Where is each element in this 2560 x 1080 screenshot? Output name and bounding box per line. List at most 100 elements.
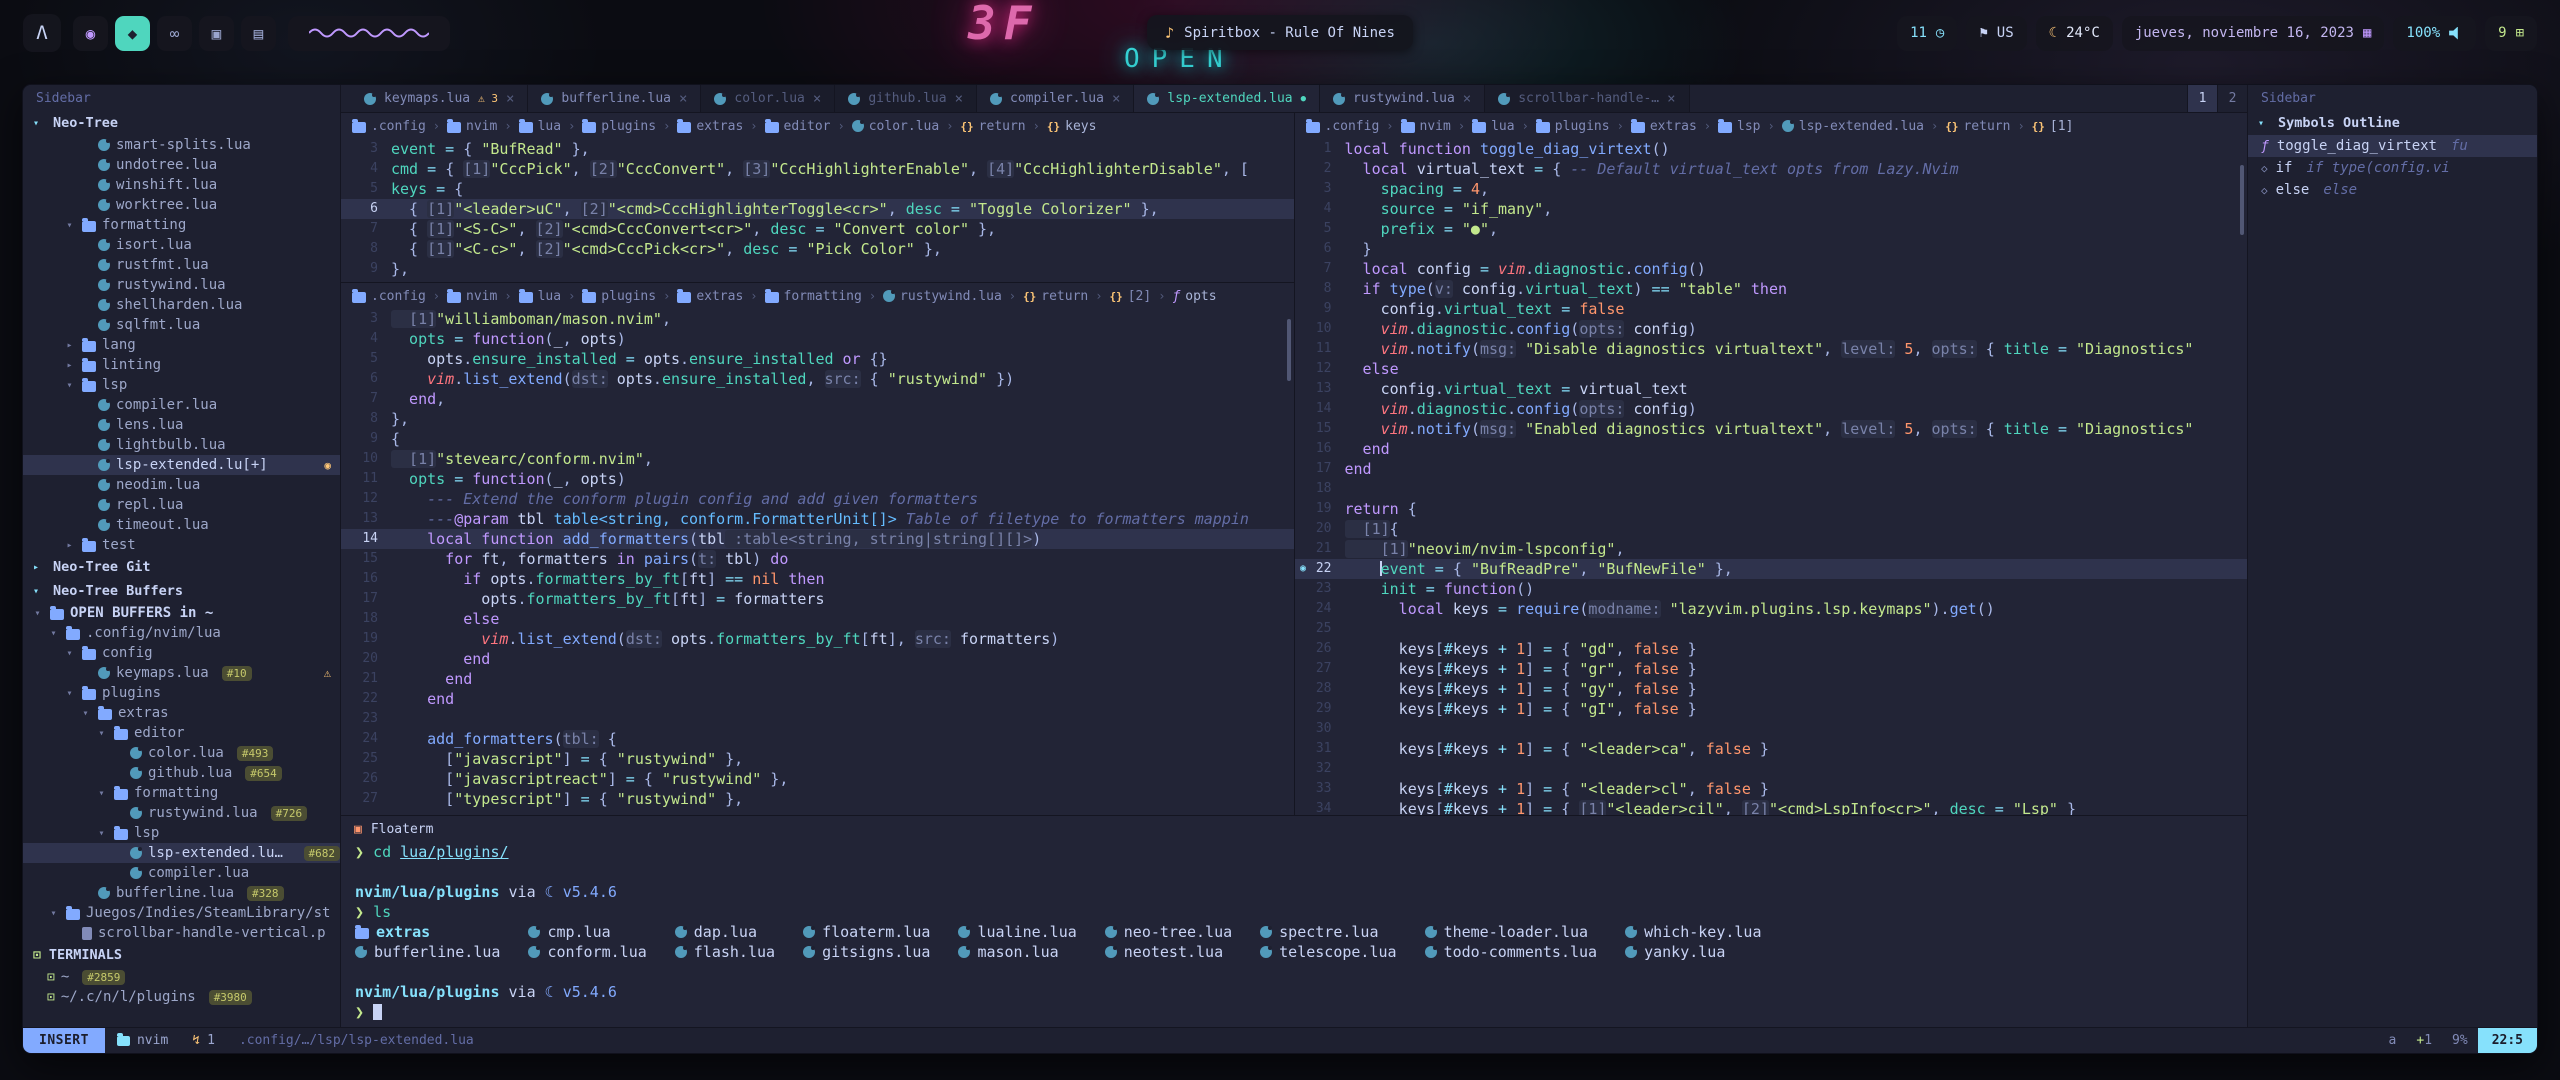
code-line[interactable]: 7 local config = vim.diagnostic.config() <box>1295 259 2248 279</box>
code-line[interactable]: 11 opts = function(_, opts) <box>341 469 1294 489</box>
code-line[interactable]: 30 <box>1295 719 2248 739</box>
code-line[interactable]: 27 keys[#keys + 1] = { "gr", false } <box>1295 659 2248 679</box>
tree-item[interactable]: ▾config <box>23 643 340 663</box>
code-line[interactable]: 26 ["javascriptreact"] = { "rustywind" }… <box>341 769 1294 789</box>
code-line[interactable]: ◉22 event = { "BufReadPre", "BufNewFile"… <box>1295 559 2248 579</box>
tree-item[interactable]: ▾formatting <box>23 215 340 235</box>
tree-item[interactable]: scrollbar-handle-vertical.p <box>23 923 340 943</box>
tree-item[interactable]: undotree.lua <box>23 155 340 175</box>
breadcrumb-item[interactable]: lua <box>519 119 561 134</box>
tree-item[interactable]: timeout.lua <box>23 515 340 535</box>
close-icon[interactable]: × <box>955 91 963 107</box>
terminal-buffer-item[interactable]: ⊡~#2859 <box>23 967 340 987</box>
tree-item[interactable]: bufferline.lua#328 <box>23 883 340 903</box>
breadcrumb-item[interactable]: .config <box>352 119 426 134</box>
tree-item[interactable]: lsp-extended.lu[+]◉ <box>23 455 340 475</box>
pill-date[interactable]: jueves, noviembre 16, 2023▦ <box>2122 16 2385 51</box>
tab-item[interactable]: rustywind.lua× <box>1320 85 1485 112</box>
close-icon[interactable]: × <box>1667 91 1675 107</box>
tree-item[interactable]: lsp-extended.lu [+]#682 <box>23 843 340 863</box>
code-line[interactable]: 8 if type(v: config.virtual_text) == "ta… <box>1295 279 2248 299</box>
code-line[interactable]: 4 opts = function(_, opts) <box>341 329 1294 349</box>
code-line[interactable]: 6 { [1]"<leader>uC", [2]"<cmd>CccHighlig… <box>341 199 1294 219</box>
tree-item[interactable]: ▾editor <box>23 723 340 743</box>
code-line[interactable]: 11 vim.notify(msg: "Disable diagnostics … <box>1295 339 2248 359</box>
launcher-button[interactable]: Λ <box>23 14 61 52</box>
tree-item[interactable]: color.lua#493 <box>23 743 340 763</box>
code-line[interactable]: 24 local keys = require(modname: "lazyvi… <box>1295 599 2248 619</box>
code-line[interactable]: 5 prefix = "●", <box>1295 219 2248 239</box>
code-line[interactable]: 22 end <box>341 689 1294 709</box>
tree-item[interactable]: rustywind.lua <box>23 275 340 295</box>
code-line[interactable]: 21 end <box>341 669 1294 689</box>
code-line[interactable]: 17 opts.formatters_by_ft[ft] = formatter… <box>341 589 1294 609</box>
tree-item[interactable]: shellharden.lua <box>23 295 340 315</box>
tree-item[interactable]: ▾Juegos/Indies/SteamLibrary/st <box>23 903 340 923</box>
code-line[interactable]: 20 end <box>341 649 1294 669</box>
code-line[interactable]: 12 else <box>1295 359 2248 379</box>
breadcrumb-item[interactable]: extras <box>677 119 743 134</box>
tree-item[interactable]: ▾OPEN BUFFERS in ~ <box>23 603 340 623</box>
tree-item[interactable]: rustywind.lua#726 <box>23 803 340 823</box>
tree-item[interactable]: rustfmt.lua <box>23 255 340 275</box>
code-line[interactable]: 7 { [1]"<S-C>", [2]"<cmd>CccConvert<cr>"… <box>341 219 1294 239</box>
code-line[interactable]: 10 [1]"stevearc/conform.nvim", <box>341 449 1294 469</box>
copy-button[interactable]: ▣ <box>199 16 234 51</box>
close-icon[interactable]: × <box>679 91 687 107</box>
breadcrumb-item[interactable]: {}[1] <box>2032 119 2074 134</box>
tab-item[interactable]: compiler.lua× <box>977 85 1134 112</box>
breadcrumb-item[interactable]: rustywind.lua <box>883 289 1002 304</box>
code-line[interactable]: 3event = { "BufRead" }, <box>341 139 1294 159</box>
code-line[interactable]: 20 [1]{ <box>1295 519 2248 539</box>
workspace-button[interactable]: ◆ <box>115 16 150 51</box>
code-area[interactable]: 1local function toggle_diag_virtext()2 l… <box>1295 139 2248 815</box>
close-icon[interactable]: × <box>506 91 514 107</box>
code-line[interactable]: 4 source = "if_many", <box>1295 199 2248 219</box>
code-line[interactable]: 13 ---@param tbl table<string, conform.F… <box>341 509 1294 529</box>
code-area[interactable]: 3event = { "BufRead" },4cmd = { [1]"CccP… <box>341 139 1294 279</box>
visualizer-pill[interactable] <box>288 16 450 51</box>
tab-item[interactable]: keymaps.lua⚠ 3× <box>351 85 528 112</box>
tree-item[interactable]: compiler.lua <box>23 863 340 883</box>
code-line[interactable]: 7 end, <box>341 389 1294 409</box>
tree-item[interactable]: lightbulb.lua <box>23 435 340 455</box>
pill-clock[interactable]: 11◷ <box>1897 16 1957 51</box>
tree-item[interactable]: repl.lua <box>23 495 340 515</box>
tree-item[interactable]: ▸linting <box>23 355 340 375</box>
tree-item[interactable]: ▾plugins <box>23 683 340 703</box>
code-line[interactable]: 14 vim.diagnostic.config(opts: config) <box>1295 399 2248 419</box>
tabpage-number[interactable]: 1 <box>2187 85 2217 112</box>
tree-item[interactable]: github.lua#654 <box>23 763 340 783</box>
neotree-files-header[interactable]: ▾ Neo-Tree <box>23 111 340 135</box>
terminal-buffer-item[interactable]: ⊡~/.c/n/l/plugins#3980 <box>23 987 340 1007</box>
outline-item[interactable]: ◇elseelse <box>2248 179 2537 201</box>
code-line[interactable]: 12 --- Extend the conform plugin config … <box>341 489 1294 509</box>
code-line[interactable]: 13 config.virtual_text = virtual_text <box>1295 379 2248 399</box>
code-line[interactable]: 8 { [1]"<C-c>", [2]"<cmd>CccPick<cr>", d… <box>341 239 1294 259</box>
tree-item[interactable]: ▾extras <box>23 703 340 723</box>
code-line[interactable]: 23 init = function() <box>1295 579 2248 599</box>
breadcrumb-item[interactable]: {}keys <box>1047 119 1097 134</box>
tab-item[interactable]: color.lua× <box>701 85 835 112</box>
code-line[interactable]: 9 config.virtual_text = false <box>1295 299 2248 319</box>
now-playing-widget[interactable]: ♪ Spiritbox - Rule Of Nines <box>1147 15 1413 50</box>
tree-item[interactable]: ▸lang <box>23 335 340 355</box>
breadcrumb-item[interactable]: nvim <box>1401 119 1451 134</box>
code-line[interactable]: 2 local virtual_text = { -- Default virt… <box>1295 159 2248 179</box>
power-button[interactable]: ◉ <box>73 16 108 51</box>
notes-button[interactable]: ▤ <box>241 16 276 51</box>
code-line[interactable]: 17end <box>1295 459 2248 479</box>
code-line[interactable]: 10 vim.diagnostic.config(opts: config) <box>1295 319 2248 339</box>
code-line[interactable]: 23 <box>341 709 1294 729</box>
code-line[interactable]: 26 keys[#keys + 1] = { "gd", false } <box>1295 639 2248 659</box>
breadcrumb-item[interactable]: .config <box>352 289 426 304</box>
tree-item[interactable]: worktree.lua <box>23 195 340 215</box>
close-icon[interactable]: × <box>1463 91 1471 107</box>
breadcrumb-item[interactable]: lsp <box>1718 119 1760 134</box>
terminal-output[interactable]: ❯ cd lua/plugins/nvim/lua/plugins via ☾ … <box>341 842 2247 1027</box>
code-line[interactable]: 6 vim.list_extend(dst: opts.ensure_insta… <box>341 369 1294 389</box>
breadcrumb-item[interactable]: {}return <box>1945 119 2010 134</box>
code-line[interactable]: 9}, <box>341 259 1294 279</box>
breadcrumb-item[interactable]: nvim <box>447 119 497 134</box>
tree-item[interactable]: ▾lsp <box>23 823 340 843</box>
